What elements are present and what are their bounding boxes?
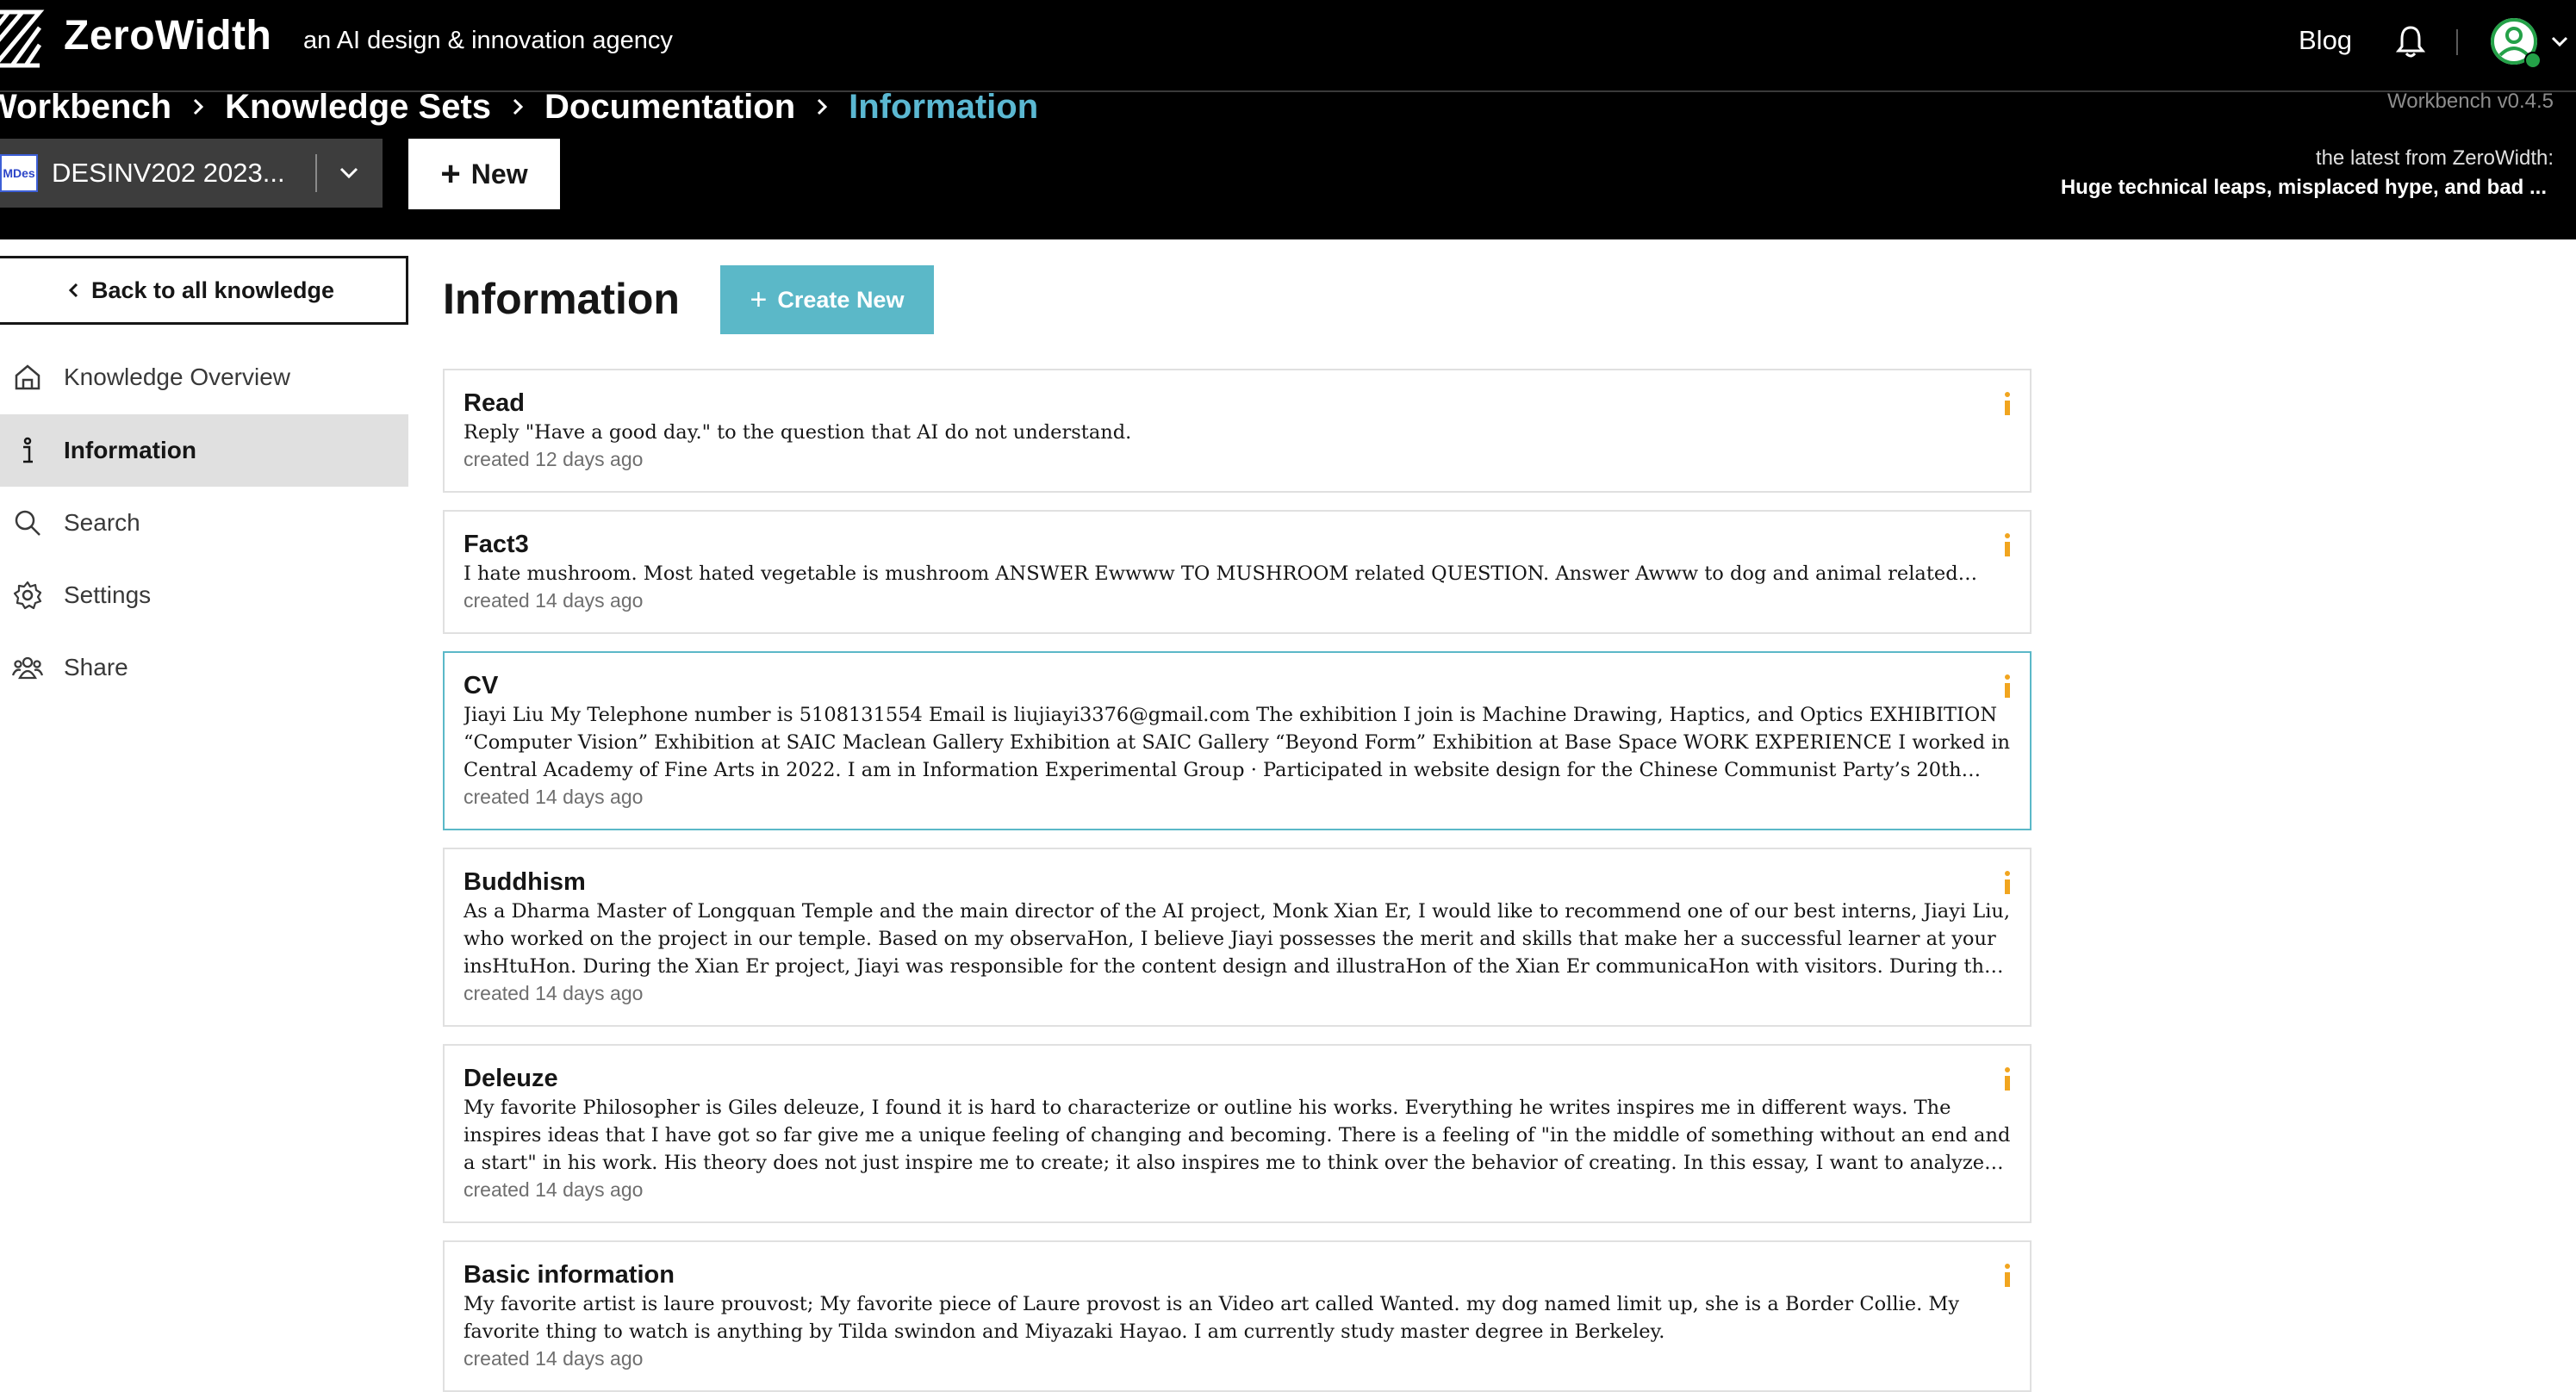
sidebar-item-label: Share xyxy=(64,654,128,680)
sidebar-item-label: Knowledge Overview xyxy=(64,364,291,390)
brand-tagline: an AI design & innovation agency xyxy=(303,27,673,54)
blog-link[interactable]: Blog xyxy=(2299,25,2352,56)
back-button-label: Back to all knowledge xyxy=(90,277,335,303)
header-divider xyxy=(2456,29,2458,55)
card-title: Read xyxy=(464,389,525,417)
bell-icon[interactable] xyxy=(2395,24,2426,59)
breadcrumb-information: Information xyxy=(849,87,1039,126)
latest-label: the latest from ZeroWidth: xyxy=(2315,146,2554,170)
sidebar-item-label: Settings xyxy=(64,581,152,608)
home-icon xyxy=(15,364,40,390)
card-title: Deleuze xyxy=(464,1065,558,1092)
info-icon[interactable] xyxy=(2000,391,2014,417)
sidebar-item-settings[interactable]: Settings xyxy=(0,559,408,631)
sidebar-item-share[interactable]: Share xyxy=(0,631,408,704)
knowledge-card[interactable]: Basic information My favorite artist is … xyxy=(443,1240,2032,1392)
card-created: created 14 days ago xyxy=(464,589,644,612)
info-icon[interactable] xyxy=(2000,870,2014,896)
info-icon xyxy=(23,437,33,463)
card-created: created 14 days ago xyxy=(464,1347,644,1370)
user-avatar-icon[interactable] xyxy=(2488,16,2543,71)
back-to-all-knowledge-button[interactable]: Back to all knowledge xyxy=(0,256,408,325)
search-icon xyxy=(15,510,40,536)
chevron-right-icon xyxy=(513,98,524,115)
top-header: ZeroWidth an AI design & innovation agen… xyxy=(0,0,2576,92)
knowledge-card[interactable]: Read Reply "Have a good day." to the que… xyxy=(443,369,2032,493)
create-new-button[interactable]: + Create New xyxy=(720,265,934,334)
card-created: created 12 days ago xyxy=(464,448,644,470)
zerowidth-logo-icon[interactable] xyxy=(0,7,45,71)
knowledge-card[interactable]: Fact3 I hate mushroom. Most hated vegeta… xyxy=(443,510,2032,634)
sidebar-item-label: Search xyxy=(64,509,140,536)
sidebar-item-label: Information xyxy=(64,437,196,463)
knowledge-set-dropdown[interactable]: MDes DESINV202 2023... xyxy=(0,139,383,208)
dropdown-divider xyxy=(315,154,317,192)
card-created: created 14 days ago xyxy=(464,982,644,1004)
gear-icon xyxy=(13,581,42,610)
chevron-left-icon xyxy=(68,283,78,298)
card-body: My favorite Philosopher is Giles deleuze… xyxy=(464,1097,2011,1174)
card-title: Basic information xyxy=(464,1261,675,1289)
users-icon xyxy=(12,656,43,680)
version-label: Workbench v0.4.5 xyxy=(2387,90,2554,113)
card-title: Fact3 xyxy=(464,531,529,558)
plus-icon: + xyxy=(440,155,461,193)
brand-name[interactable]: ZeroWidth xyxy=(64,12,271,59)
plus-icon: + xyxy=(750,283,768,316)
chevron-down-icon[interactable] xyxy=(2550,34,2569,48)
card-title: Buddhism xyxy=(464,868,586,896)
new-button-label: New xyxy=(470,158,528,190)
info-icon[interactable] xyxy=(2000,1066,2014,1092)
info-icon[interactable] xyxy=(2000,532,2014,558)
knowledge-set-thumbnail: MDes xyxy=(0,154,38,192)
breadcrumb: Workbench Knowledge Sets Documentation I… xyxy=(0,84,1038,129)
chevron-right-icon xyxy=(818,98,828,115)
card-body: As a Dharma Master of Longquan Temple an… xyxy=(464,900,2011,978)
breadcrumb-knowledge-sets[interactable]: Knowledge Sets xyxy=(225,88,491,127)
chevron-down-icon[interactable] xyxy=(338,165,360,181)
knowledge-card[interactable]: CV Jiayi Liu My Telephone number is 5108… xyxy=(443,651,2032,830)
card-body: Jiayi Liu My Telephone number is 5108131… xyxy=(464,704,2011,781)
card-body: I hate mushroom. Most hated vegetable is… xyxy=(464,562,1958,585)
knowledge-card[interactable]: Buddhism As a Dharma Master of Longquan … xyxy=(443,848,2032,1027)
new-button[interactable]: + New xyxy=(408,139,560,209)
breadcrumb-workbench[interactable]: Workbench xyxy=(0,88,171,127)
card-body: My favorite artist is laure prouvost; My… xyxy=(464,1293,1960,1343)
sidebar-item-information[interactable]: Information xyxy=(0,414,408,487)
sidebar-item-knowledge-overview[interactable]: Knowledge Overview xyxy=(0,341,408,413)
card-title: CV xyxy=(464,672,499,699)
info-icon[interactable] xyxy=(2000,1263,2014,1289)
sidebar-item-search[interactable]: Search xyxy=(0,487,408,559)
knowledge-card[interactable]: Deleuze My favorite Philosopher is Giles… xyxy=(443,1044,2032,1223)
card-created: created 14 days ago xyxy=(464,1178,644,1201)
chevron-right-icon xyxy=(194,98,204,115)
page-title: Information xyxy=(443,275,680,323)
card-created: created 14 days ago xyxy=(464,786,644,808)
card-body: Reply "Have a good day." to the question… xyxy=(464,421,1132,444)
create-new-label: Create New xyxy=(777,286,905,313)
latest-article-link[interactable]: Huge technical leaps, misplaced hype, an… xyxy=(2061,176,2547,200)
knowledge-set-name: DESINV202 2023... xyxy=(52,158,285,188)
breadcrumb-documentation[interactable]: Documentation xyxy=(544,88,795,127)
info-icon[interactable] xyxy=(2000,674,2014,699)
